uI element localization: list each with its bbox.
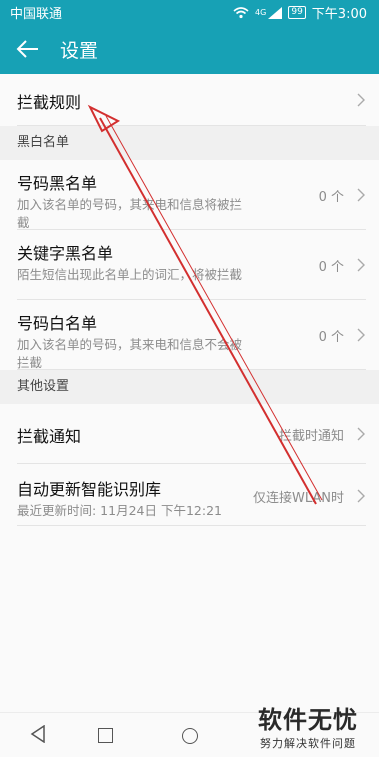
chevron-right-icon: [357, 427, 365, 441]
chevron-right-icon: [357, 258, 365, 272]
watermark-title: 软件无忧: [258, 706, 358, 734]
battery-icon: 99: [288, 6, 306, 19]
number-whitelist-desc: 加入该名单的号码，其来电和信息不会被拦截: [17, 337, 243, 370]
arrow-back-icon[interactable]: [12, 34, 42, 64]
chevron-right-icon: [357, 93, 365, 107]
number-blacklist-desc: 加入该名单的号码，其来电和信息将被拦截: [17, 197, 243, 230]
keyword-blacklist-label: 关键字黑名单: [17, 244, 114, 263]
keyword-blacklist-desc: 陌生短信出现此名单上的词汇，将被拦截: [17, 267, 243, 282]
app-bar: 设置: [0, 24, 379, 74]
chevron-right-icon: [357, 489, 365, 503]
intercept-notification-value: 拦截时通知: [278, 429, 344, 444]
chevron-right-icon: [357, 328, 365, 342]
number-blacklist-label: 号码黑名单: [17, 174, 98, 193]
number-blacklist-count: 0 个: [318, 190, 344, 205]
watermark-subtitle: 努力解决软件问题: [260, 737, 356, 750]
intercept-notification-row[interactable]: 拦截通知 拦截时通知: [17, 404, 366, 464]
number-whitelist-label: 号码白名单: [17, 314, 98, 333]
carrier-label: 中国联通: [10, 7, 63, 22]
section-header-blacklist: 黑白名单: [0, 126, 379, 160]
signal-type-label: 4G: [255, 8, 267, 17]
number-blacklist-row[interactable]: 号码黑名单 加入该名单的号码，其来电和信息将被拦截 0 个: [17, 160, 366, 230]
intercept-rules-row[interactable]: 拦截规则: [17, 74, 366, 126]
status-icons: 4G 99 下午3:00: [233, 3, 367, 22]
chevron-right-icon: [357, 188, 365, 202]
nav-home-icon[interactable]: [182, 728, 198, 744]
auto-update-library-row[interactable]: 自动更新智能识别库 最近更新时间: 11月24日 下午12:21 仅连接WLAN…: [17, 464, 366, 526]
number-whitelist-row[interactable]: 号码白名单 加入该名单的号码，其来电和信息不会被拦截 0 个: [17, 300, 366, 370]
nav-back-icon[interactable]: [30, 725, 46, 743]
settings-list: 拦截规则 黑白名单 号码黑名单 加入该名单的号码，其来电和信息将被拦截 0 个 …: [0, 74, 379, 526]
watermark: 软件无忧 努力解决软件问题: [243, 700, 373, 751]
auto-update-library-desc: 最近更新时间: 11月24日 下午12:21: [17, 503, 222, 518]
number-whitelist-count: 0 个: [318, 330, 344, 345]
intercept-rules-label: 拦截规则: [17, 93, 82, 112]
wifi-icon: [233, 6, 249, 18]
page-title: 设置: [60, 40, 99, 62]
nav-recent-icon[interactable]: [98, 728, 113, 743]
status-time: 下午3:00: [311, 7, 367, 22]
status-bar: 中国联通 4G 99 下午3:00: [0, 0, 379, 24]
auto-update-library-value: 仅连接WLAN时: [252, 491, 344, 506]
keyword-blacklist-count: 0 个: [318, 260, 344, 275]
intercept-notification-label: 拦截通知: [17, 427, 82, 446]
keyword-blacklist-row[interactable]: 关键字黑名单 陌生短信出现此名单上的词汇，将被拦截 0 个: [17, 230, 366, 300]
section-header-other: 其他设置: [0, 370, 379, 404]
signal-icon: [268, 6, 283, 19]
